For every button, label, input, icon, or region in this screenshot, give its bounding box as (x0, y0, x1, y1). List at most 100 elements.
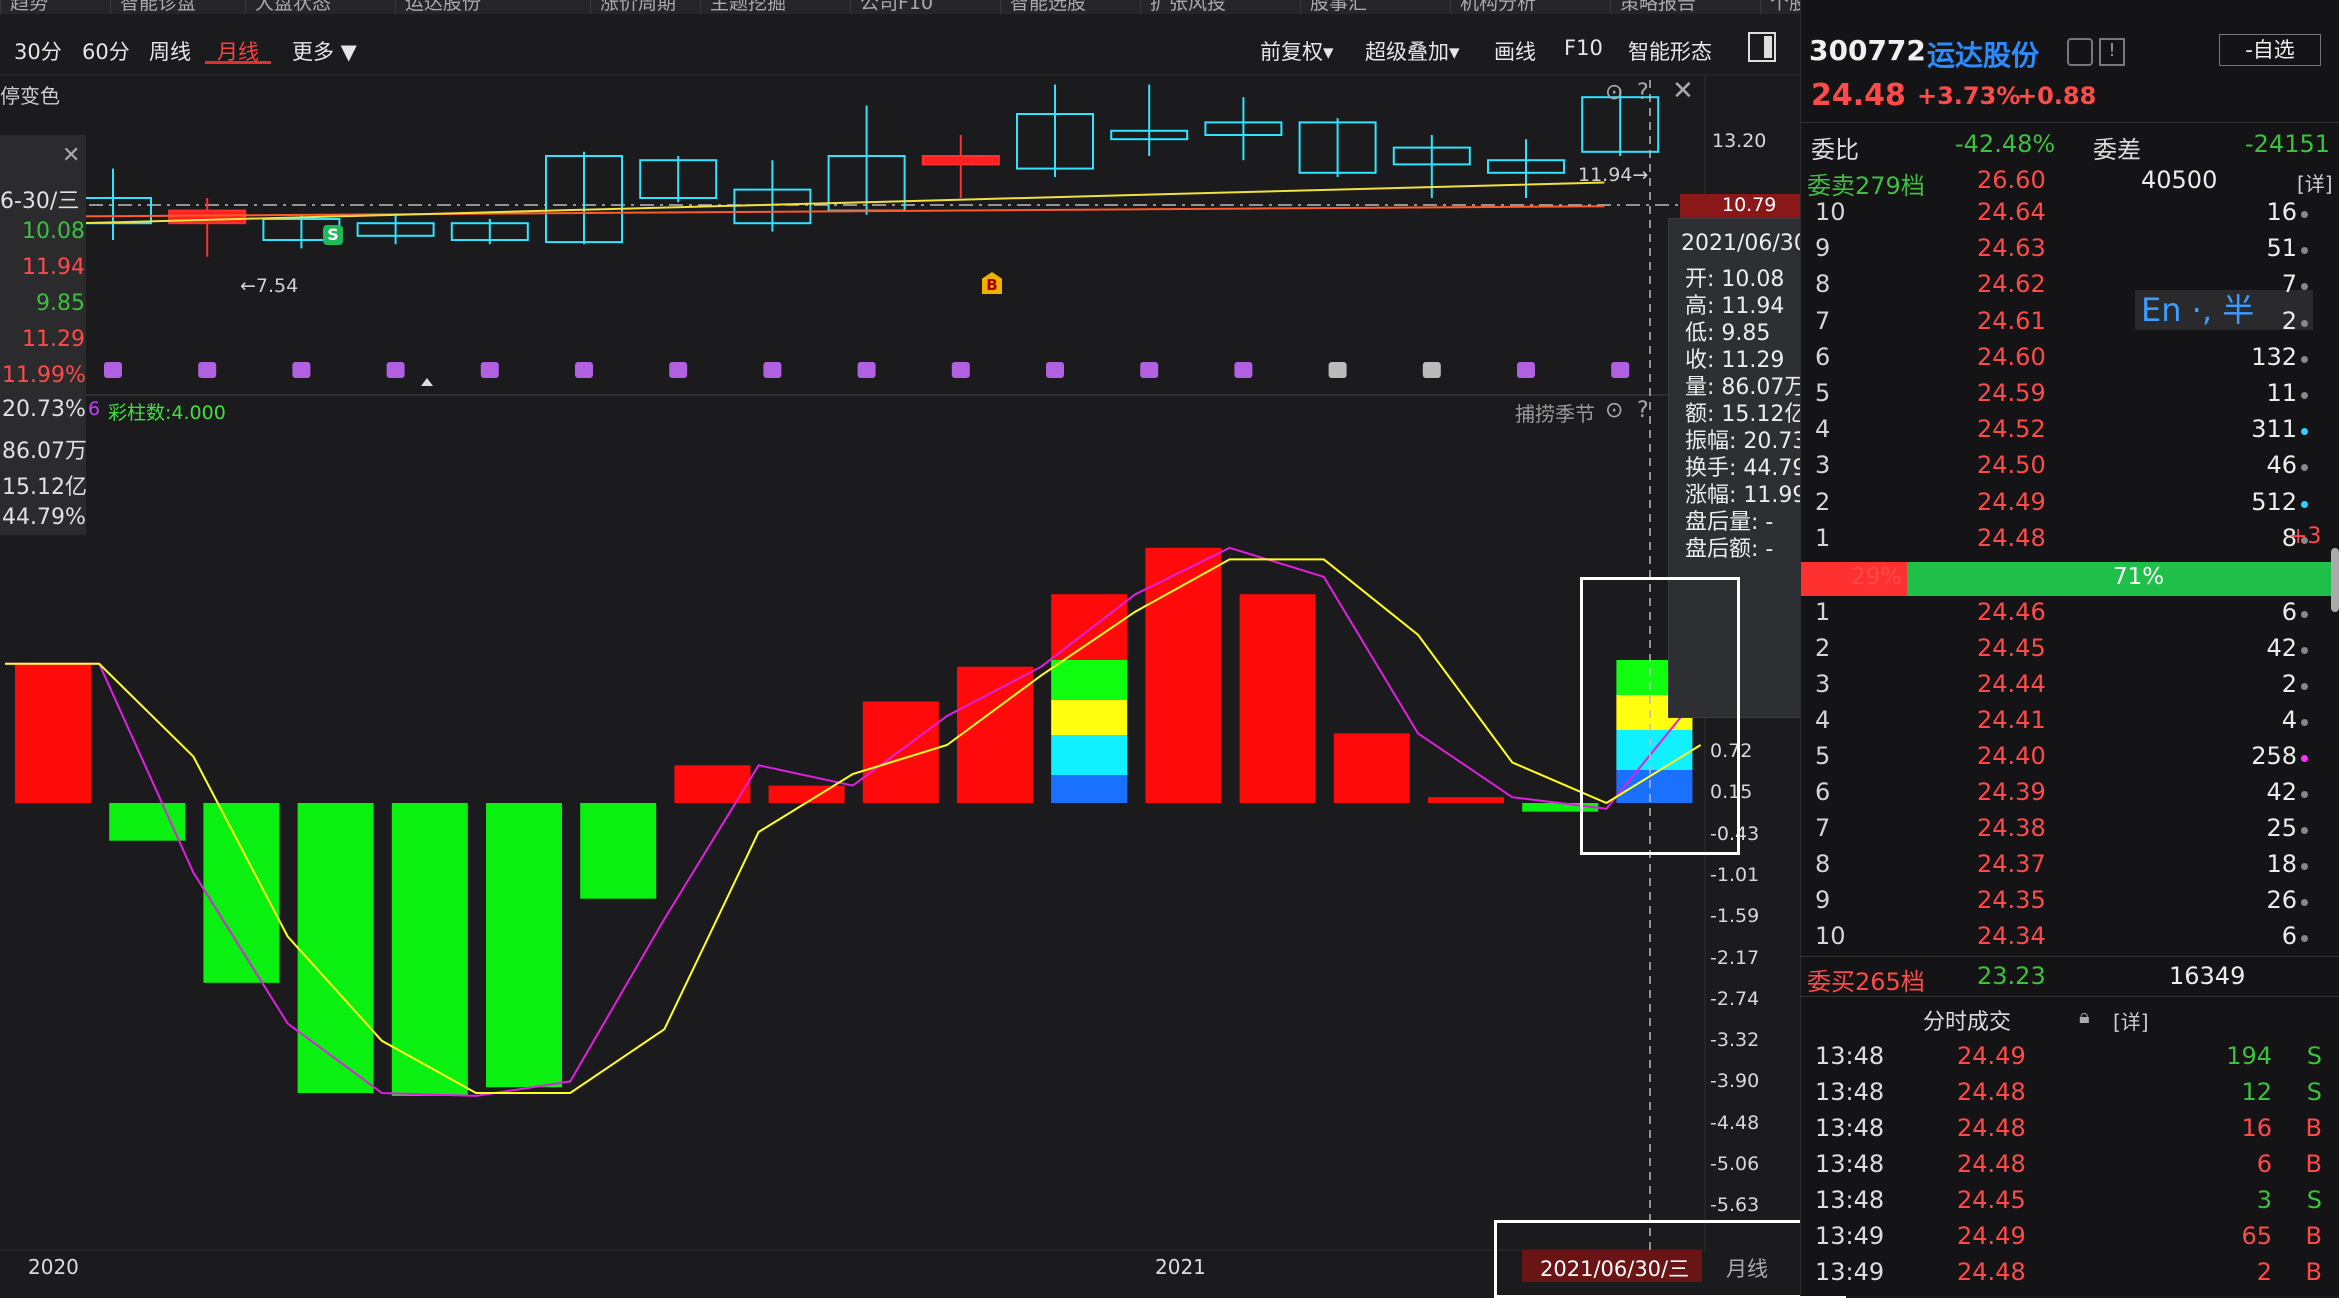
vol-dot (2301, 863, 2308, 870)
add-watchlist-button[interactable]: -自选 (2219, 34, 2321, 66)
trade-time: 13:48 (1815, 1114, 1885, 1142)
osc-legend-num: 6 (88, 398, 101, 420)
trade-side: B (2305, 1150, 2322, 1178)
vol-dot (2301, 211, 2308, 218)
event-marker (575, 362, 593, 378)
bid-level: 6 (1815, 778, 1831, 806)
osc-settings-icon[interactable]: ⊙ (1605, 398, 1623, 423)
price-tick-current: 10.79 (1722, 194, 1777, 216)
last-price: 24.48 (1811, 78, 1906, 113)
bid-level: 10 (1815, 922, 1846, 950)
buy-depth-label[interactable]: 委买265档 (1807, 962, 1925, 997)
ask1-delta: +3 (2289, 523, 2322, 549)
trade-price: 24.48 (1957, 1150, 2026, 1178)
info-icon[interactable]: ! (2099, 38, 2125, 66)
stock-name[interactable]: 运达股份 (1927, 34, 2039, 74)
vol-dot (2301, 500, 2308, 508)
vol-dot (2301, 392, 2308, 399)
close-icon[interactable]: ✕ (1672, 76, 1694, 106)
event-marker (104, 362, 122, 378)
ask-price[interactable]: 24.61 (1977, 307, 2046, 335)
vol-dot (2301, 719, 2308, 726)
osc-bar (862, 701, 939, 803)
sell-depth-price: 26.60 (1977, 166, 2046, 194)
osc-axis-tick: -2.17 (1710, 946, 1760, 969)
ask-price[interactable]: 24.62 (1977, 270, 2046, 298)
osc-layer (15, 547, 1693, 1096)
trade-vol: 194 (2226, 1042, 2272, 1070)
trade-time: 13:48 (1815, 1078, 1885, 1106)
sell-signal-icon[interactable]: S (323, 225, 343, 245)
osc-axis-tick: -1.01 (1710, 863, 1760, 886)
sell-depth-label[interactable]: 委卖279档 (1807, 166, 1925, 201)
ask-vol: 2 (2281, 306, 2297, 335)
bid-level: 4 (1815, 706, 1831, 734)
ask-price[interactable]: 24.60 (1977, 343, 2046, 371)
bid-price[interactable]: 24.38 (1977, 814, 2046, 842)
osc-bar (203, 803, 280, 983)
ask-level: 1 (1815, 523, 1831, 552)
trades-detail[interactable]: [详] (2113, 1006, 2149, 1035)
ask-vol: 46 (2266, 451, 2297, 480)
ask-price[interactable]: 24.49 (1977, 488, 2046, 516)
trade-price: 24.48 (1957, 1114, 2026, 1142)
bid-price[interactable]: 24.39 (1977, 778, 2046, 806)
trade-vol: 65 (2241, 1222, 2272, 1250)
trades-title[interactable]: 分时成交 (1923, 1004, 2011, 1036)
bid-vol: 42 (2266, 778, 2297, 806)
weibi-label: 委比 (1811, 136, 1859, 164)
bid-price[interactable]: 24.45 (1977, 634, 2046, 662)
trades-lock-icon[interactable]: 🔒︎ (2079, 1004, 2090, 1028)
bid-price[interactable]: 24.46 (1977, 598, 2046, 626)
bid-price[interactable]: 24.40 (1977, 742, 2046, 770)
settings-icon[interactable]: ⊙ (1605, 80, 1623, 105)
bid-price[interactable]: 24.44 (1977, 670, 2046, 698)
trade-price: 24.45 (1957, 1186, 2026, 1214)
quote-scrollbar[interactable] (2331, 548, 2339, 612)
event-marker (1611, 362, 1630, 378)
help-icon[interactable]: ? (1637, 80, 1649, 105)
indicator-name[interactable]: 捕捞季节 (1515, 398, 1595, 427)
bid-price[interactable]: 24.37 (1977, 850, 2046, 878)
alert-bell-icon[interactable] (2067, 38, 2093, 66)
bid-vol: 6 (2281, 598, 2297, 626)
chart-canvas[interactable] (0, 0, 1800, 1296)
osc-bar (1333, 733, 1410, 803)
sell-depth-detail[interactable]: [详] (2297, 168, 2333, 197)
event-marker (1517, 362, 1535, 378)
bid-vol: 258 (2251, 742, 2297, 770)
vol-dot (2301, 899, 2308, 906)
left-info-close-icon[interactable]: ✕ (62, 143, 80, 168)
kline-legend: 停变色 (0, 84, 60, 108)
osc-color-segment (1051, 775, 1128, 803)
event-marker (1140, 362, 1159, 378)
sell-depth-vol: 40500 (2141, 166, 2218, 194)
osc-bar (580, 803, 657, 899)
vol-dot (2301, 319, 2308, 327)
bid-price[interactable]: 24.41 (1977, 706, 2046, 734)
event-marker (386, 362, 405, 378)
osc-bar (1428, 797, 1504, 803)
ask-price[interactable]: 24.59 (1977, 379, 2046, 407)
ask-price[interactable]: 24.50 (1977, 451, 2046, 479)
bid-vol: 42 (2266, 634, 2297, 662)
ask-level: 9 (1815, 234, 1831, 263)
event-marker (951, 362, 970, 378)
vol-dot (2301, 755, 2308, 762)
ask-vol: 7 (2281, 270, 2297, 299)
ask-price[interactable]: 24.63 (1977, 234, 2046, 262)
ask-price[interactable]: 24.48 (1977, 524, 2046, 552)
osc-bar (15, 663, 91, 803)
bid-price[interactable]: 24.34 (1977, 922, 2046, 950)
vol-dot (2301, 355, 2308, 363)
weicha-value: -24151 (2245, 130, 2331, 158)
osc-axis-tick: -1.59 (1710, 905, 1760, 928)
ask-price[interactable]: 24.64 (1977, 198, 2046, 226)
tooltip-row: 盘后额: - (1685, 537, 1774, 562)
ask-price[interactable]: 24.52 (1977, 415, 2046, 443)
osc-axis-tick: -5.06 (1710, 1153, 1760, 1175)
bid-price[interactable]: 24.35 (1977, 886, 2046, 914)
left-info-vol: 86.07万 (2, 439, 87, 464)
kline-layer (2, 84, 1705, 378)
osc-help-icon[interactable]: ? (1637, 398, 1649, 423)
